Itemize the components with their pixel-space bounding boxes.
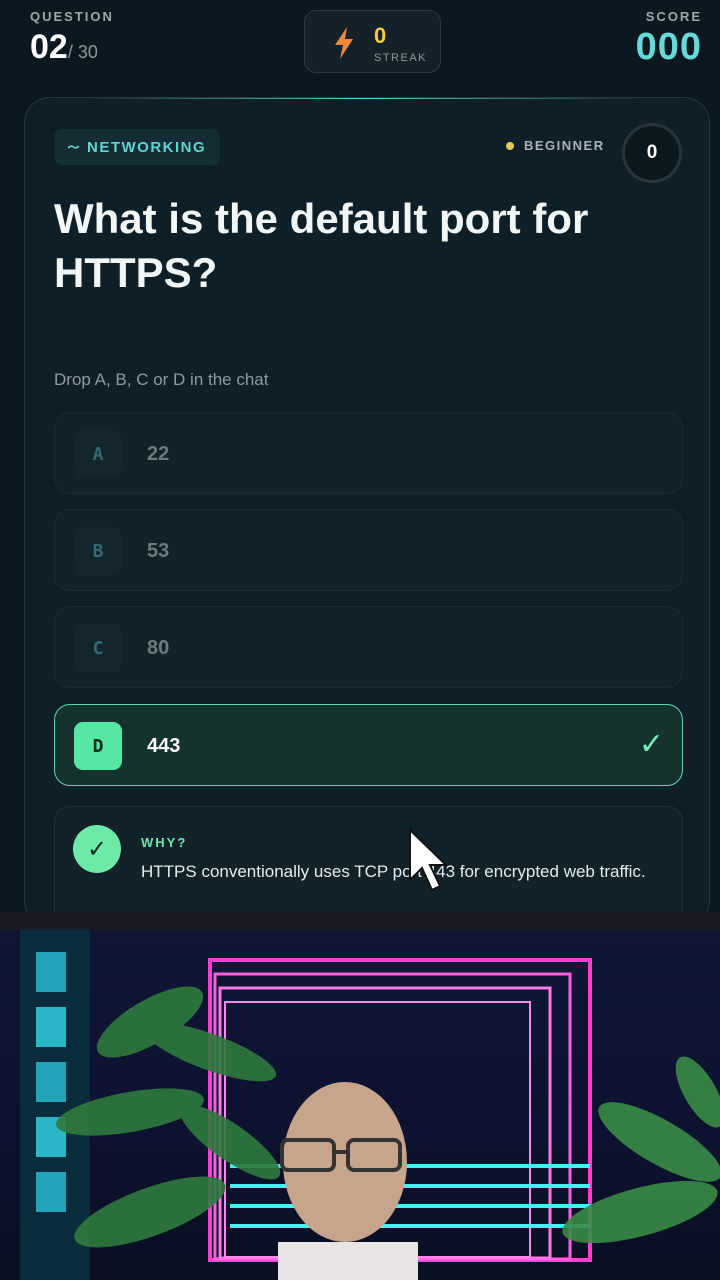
option-value: 53: [147, 540, 170, 562]
neon-bar: [230, 1224, 590, 1228]
difficulty-badge: BEGINNER: [506, 138, 605, 153]
countdown-timer: 0: [622, 123, 682, 183]
plant-right: [562, 1056, 720, 1244]
category-badge: NETWORKING: [54, 129, 221, 165]
wave-icon: [68, 145, 79, 149]
streak-panel: 0 STREAK: [304, 10, 441, 73]
top-hud: QUESTION 02/ 30 0 STREAK SCORE 000: [0, 0, 720, 96]
card-glow-line: [85, 98, 645, 99]
explanation-text: HTTPS conventionally uses TCP port 443 f…: [141, 862, 646, 881]
question-card: NETWORKING BEGINNER 0 What is the defaul…: [24, 97, 710, 927]
option-b[interactable]: B 53: [54, 509, 683, 591]
option-letter: A: [74, 430, 122, 478]
window-pane: [36, 952, 66, 992]
option-letter: C: [74, 624, 122, 672]
option-a[interactable]: A 22: [54, 412, 683, 494]
difficulty-label: BEGINNER: [524, 138, 605, 153]
streamer-figure: [278, 1082, 418, 1280]
window-pane: [36, 1172, 66, 1212]
streak-label: STREAK: [374, 52, 428, 64]
category-label: NETWORKING: [87, 138, 207, 156]
explanation-panel: ✓ WHY? HTTPS conventionally uses TCP por…: [54, 806, 683, 926]
option-value: 443: [147, 735, 181, 757]
option-d-correct[interactable]: D 443 ✓: [54, 704, 683, 786]
question-label: QUESTION: [30, 9, 114, 24]
webcam-top-strip: [0, 912, 720, 930]
neon-bar: [230, 1184, 590, 1188]
window-pane: [36, 1062, 66, 1102]
neon-bar: [230, 1204, 590, 1208]
score-value: 000: [635, 26, 702, 68]
answer-hint: Drop A, B, C or D in the chat: [54, 370, 269, 389]
option-value: 80: [147, 637, 170, 659]
check-circle-icon: ✓: [73, 825, 121, 873]
webcam-scene: [20, 930, 720, 1280]
checkmark-icon: ✓: [638, 728, 664, 761]
neon-frame: [208, 958, 592, 1262]
difficulty-dot-icon: [506, 141, 514, 150]
option-letter: D: [74, 722, 122, 770]
window-pane: [36, 1007, 66, 1047]
option-value: 22: [147, 443, 170, 465]
score-label: SCORE: [645, 9, 702, 24]
streak-count: 0: [374, 23, 387, 48]
question-current: 02: [30, 28, 68, 66]
question-counter: QUESTION 02/ 30: [30, 9, 114, 71]
explanation-label: WHY?: [141, 835, 188, 850]
option-letter: B: [74, 527, 122, 575]
webcam-overlay: [0, 912, 720, 1280]
mouse-cursor-icon: [409, 828, 448, 892]
question-text: What is the default port for HTTPS?: [54, 195, 589, 296]
lightning-bolt-icon: [335, 27, 353, 59]
score-counter: SCORE 000: [636, 9, 702, 66]
question-total: / 30: [67, 42, 98, 62]
option-c[interactable]: C 80: [54, 606, 683, 688]
